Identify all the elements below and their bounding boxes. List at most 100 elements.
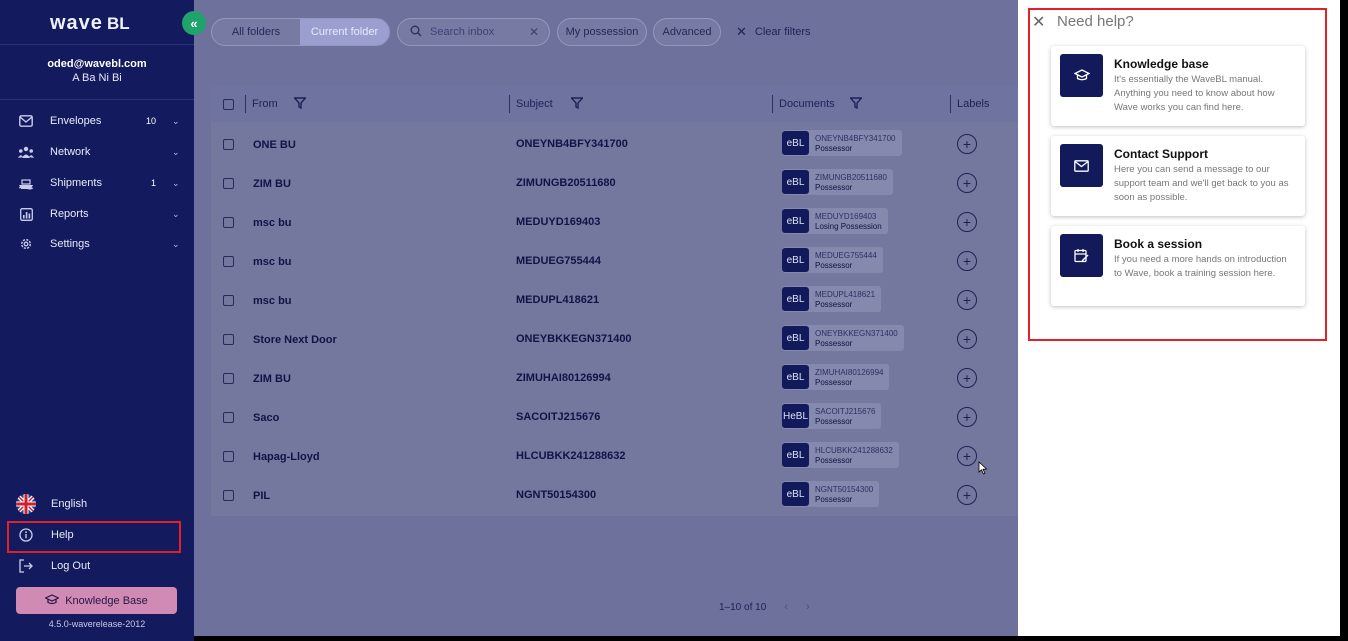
sidebar-item-shipments[interactable]: Shipments 1 ⌄ [0,168,194,198]
sidebar-item-settings[interactable]: Settings ⌄ [0,229,194,259]
chevron-down-icon: ⌄ [172,177,180,188]
row-from: ZIM BU [253,373,291,385]
document-chip[interactable]: eBL NGNT50154300 Possessor [782,481,880,507]
filter-icon[interactable] [292,96,307,112]
language-selector[interactable]: English [0,491,194,517]
row-checkbox[interactable] [223,412,234,423]
table-row[interactable]: msc bu MEDUEG755444 eBL MEDUEG755444 Posse… [211,242,1018,281]
document-chip[interactable]: eBL MEDUEG755444 Possessor [782,247,883,273]
row-from: ONE BU [253,139,296,151]
select-all-checkbox[interactable] [223,86,234,122]
gear-icon [18,236,34,252]
document-chip[interactable]: eBL ONEYBKKEGN371400 Possessor [782,325,904,351]
row-checkbox[interactable] [223,334,234,345]
sidebar-item-reports[interactable]: Reports ⌄ [0,199,194,229]
add-label-button[interactable]: + [957,212,977,232]
knowledge-base-label: Knowledge Base [65,594,148,607]
doc-status: Possessor [815,143,853,153]
all-folders-tab[interactable]: All folders [212,19,300,45]
row-checkbox[interactable] [223,139,234,150]
table-row[interactable]: msc bu MEDUYD169403 eBL MEDUYD169403 Losin… [211,203,1018,242]
search-input[interactable] [430,26,525,38]
document-chip[interactable]: eBL ZIMUHAI80126994 Possessor [782,364,890,390]
add-label-button[interactable]: + [957,290,977,310]
filter-icon[interactable] [569,96,584,112]
doc-ref: MEDUYD169403 [815,211,877,221]
table-row[interactable]: Store Next Door ONEYBKKEGN371400 eBL ONEY… [211,320,1018,359]
table-row[interactable]: ONE BU ONEYNB4BFY341700 eBL ONEYNB4BFY341… [211,125,1018,164]
row-from: msc bu [253,295,292,307]
folder-toggle: All folders Current folder [211,18,390,46]
doc-type: eBL [782,248,809,272]
row-from: Saco [253,412,280,424]
doc-status: Losing Possession [815,221,882,231]
count-badge: 10 [145,116,156,126]
doc-status: Possessor [815,377,853,387]
table-row[interactable]: ZIM BU ZIMUHAI80126994 eBL ZIMUHAI8012699… [211,359,1018,398]
current-folder-tab[interactable]: Current folder [300,19,389,45]
chevron-down-icon: ⌄ [172,146,180,157]
advanced-button[interactable]: Advanced [653,18,721,46]
logout-link[interactable]: Log Out [0,553,194,579]
wavebl-logo[interactable]: wave BL [50,12,130,35]
chevron-down-icon: ⌄ [172,238,180,249]
filter-toolbar: All folders Current folder ✕ My possessi… [211,18,1011,46]
knowledge-base-card[interactable]: Knowledge base It's essentially the Wave… [1051,46,1305,126]
add-label-button[interactable]: + [957,446,977,466]
collapse-sidebar-button[interactable]: « [182,11,206,35]
next-page-icon[interactable]: › [806,601,810,613]
table-row[interactable]: msc bu MEDUPL418621 eBL MEDUPL418621 Posse… [211,281,1018,320]
document-chip[interactable]: eBL ONEYNB4BFY341700 Possessor [782,130,902,156]
doc-status: Possessor [815,494,853,504]
add-label-button[interactable]: + [957,407,977,427]
add-label-button[interactable]: + [957,173,977,193]
add-label-button[interactable]: + [957,251,977,271]
add-label-button[interactable]: + [957,134,977,154]
row-checkbox[interactable] [223,451,234,462]
doc-status: Possessor [815,182,853,192]
document-chip[interactable]: eBL MEDUPL418621 Possessor [782,286,882,312]
document-chip[interactable]: eBL MEDUYD169403 Losing Possession [782,208,888,234]
row-checkbox[interactable] [223,178,234,189]
filter-icon[interactable] [848,96,863,112]
help-panel-title: Need help? [1057,13,1134,30]
document-chip[interactable]: eBL HLCUBKK241288632 Possessor [782,442,899,468]
add-label-button[interactable]: + [957,329,977,349]
row-subject: MEDUPL418621 [516,294,600,306]
row-from: Hapag-Lloyd [253,451,320,463]
doc-status: Possessor [815,416,853,426]
row-subject: HLCUBKK241288632 [516,450,626,462]
table-row[interactable]: PIL NGNT50154300 eBL NGNT50154300 Possesso… [211,476,1018,515]
document-chip[interactable]: HeBL SACOITJ215676 Possessor [782,403,882,429]
reports-icon [18,206,34,222]
doc-type: HeBL [782,404,809,428]
row-checkbox[interactable] [223,490,234,501]
contact-support-card[interactable]: Contact Support Here you can send a mess… [1051,136,1305,216]
search-box: ✕ [397,18,550,46]
sidebar-item-label: Reports [50,208,89,220]
table-row[interactable]: Hapag-Lloyd HLCUBKK241288632 eBL HLCUBKK2… [211,437,1018,476]
clear-search-icon[interactable]: ✕ [529,25,539,39]
add-label-button[interactable]: + [957,485,977,505]
my-possession-button[interactable]: My possession [557,18,647,46]
add-label-button[interactable]: + [957,368,977,388]
mouse-pointer-icon [978,461,988,480]
column-labels: Labels [950,86,989,122]
pagination-range: 1–10 of 10 [719,601,767,613]
document-chip[interactable]: eBL ZIMUNGB20511680 Possessor [782,169,893,195]
previous-page-icon[interactable]: ‹ [784,601,788,613]
book-session-card[interactable]: Book a session If you need a more hands … [1051,226,1305,306]
version-label: 4.5.0-waverelease-2012 [48,619,146,629]
knowledge-base-button[interactable]: Knowledge Base [16,587,177,614]
clear-filters-button[interactable]: ✕ Clear filters [736,18,811,46]
close-icon[interactable]: ✕ [1032,12,1045,32]
row-checkbox[interactable] [223,217,234,228]
sidebar-item-envelopes[interactable]: Envelopes 10 ⌄ [0,106,194,136]
row-checkbox[interactable] [223,295,234,306]
table-row[interactable]: ZIM BU ZIMUNGB20511680 eBL ZIMUNGB2051168… [211,164,1018,203]
doc-ref: MEDUEG755444 [815,250,877,260]
sidebar-item-network[interactable]: Network ⌄ [0,137,194,167]
row-checkbox[interactable] [223,373,234,384]
table-row[interactable]: Saco SACOITJ215676 HeBL SACOITJ215676 Poss… [211,398,1018,437]
row-checkbox[interactable] [223,256,234,267]
